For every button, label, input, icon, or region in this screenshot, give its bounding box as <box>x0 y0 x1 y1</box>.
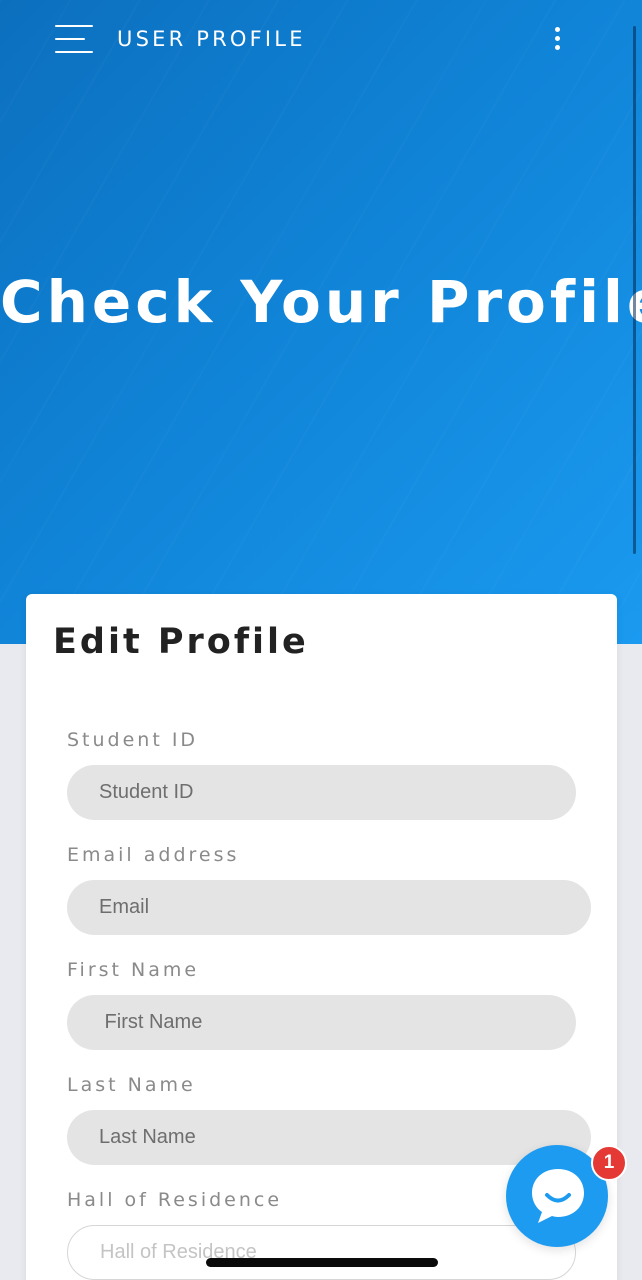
card-title: Edit Profile <box>53 622 309 662</box>
email-input[interactable] <box>67 880 591 935</box>
student-id-label: Student ID <box>67 729 199 751</box>
hamburger-menu-icon[interactable] <box>55 24 93 54</box>
scrollbar[interactable] <box>633 26 636 554</box>
more-options-icon[interactable] <box>549 24 567 56</box>
first-name-input[interactable] <box>67 995 576 1050</box>
hero-title: Check Your Profile <box>0 268 642 336</box>
home-indicator[interactable] <box>206 1258 438 1267</box>
last-name-label: Last Name <box>67 1074 196 1096</box>
top-app-bar: USER PROFILE <box>0 0 642 80</box>
hall-of-residence-label: Hall of Residence <box>67 1189 283 1211</box>
student-id-input[interactable] <box>67 765 576 820</box>
email-label: Email address <box>67 844 240 866</box>
last-name-input[interactable] <box>67 1110 591 1165</box>
hero-banner: USER PROFILE Check Your Profile <box>0 0 642 644</box>
notification-badge: 1 <box>591 1145 627 1181</box>
chat-bubble-icon <box>532 1169 584 1223</box>
first-name-label: First Name <box>67 959 200 981</box>
hall-of-residence-input[interactable] <box>67 1225 576 1280</box>
app-bar-title: USER PROFILE <box>117 27 306 51</box>
